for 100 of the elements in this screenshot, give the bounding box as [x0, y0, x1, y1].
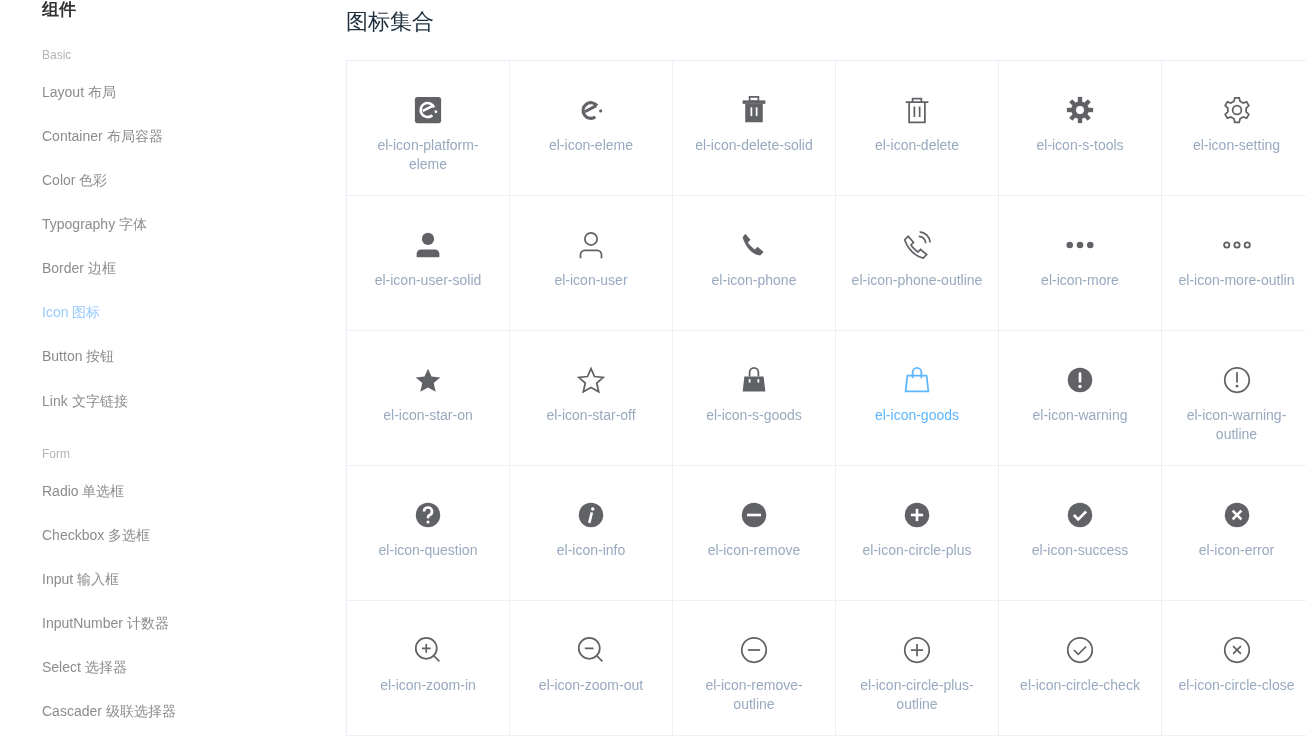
icon-name: el-icon-platform-eleme — [376, 136, 480, 174]
icon-name: el-icon-info — [556, 541, 626, 560]
icon-tile[interactable]: el-icon-s-goods — [673, 331, 836, 466]
phone-icon — [903, 231, 931, 259]
icon-tile[interactable]: el-icon-goods — [836, 331, 999, 466]
icon-tile[interactable]: el-icon-delete-solid — [673, 61, 836, 196]
icon-name: el-icon-zoom-out — [538, 676, 644, 695]
check-circle-icon — [1066, 501, 1094, 529]
close-circle-icon — [1222, 636, 1251, 664]
nav-link[interactable]: Input 输入框 — [42, 568, 120, 613]
zoom-in-icon — [414, 636, 442, 664]
icon-tile[interactable]: el-icon-warning-outline — [1162, 331, 1306, 466]
nav-link[interactable]: Select 选择器 — [42, 656, 127, 701]
settings-icon — [1222, 96, 1251, 124]
nav-link[interactable]: Button 按钮 — [42, 346, 115, 391]
icon-name: el-icon-more — [1041, 271, 1119, 290]
user-icon — [414, 231, 442, 259]
nav-link[interactable]: Link 文字链接 — [42, 390, 128, 435]
icon-name: el-icon-delete — [874, 136, 960, 155]
icon-tile[interactable]: el-icon-error — [1162, 466, 1306, 601]
close-circle-icon — [1222, 501, 1251, 529]
icon-tile[interactable]: el-icon-user — [510, 196, 673, 331]
check-circle-icon — [1066, 636, 1094, 664]
icon-tile[interactable]: el-icon-more-outlin — [1162, 196, 1306, 331]
icon-name: el-icon-success — [1031, 541, 1129, 560]
icon-tile[interactable]: el-icon-setting — [1162, 61, 1306, 196]
icon-name: el-icon-phone-outline — [851, 271, 983, 290]
icon-name: el-icon-warning-outline — [1185, 406, 1288, 444]
plus-circle-icon — [903, 501, 931, 529]
zoom-out-icon — [577, 636, 605, 664]
icon-name: el-icon-phone — [711, 271, 797, 290]
icon-tile[interactable]: el-icon-s-tools — [999, 61, 1162, 196]
warning-icon — [1222, 366, 1251, 394]
trash-icon — [740, 96, 768, 124]
icon-tile[interactable]: el-icon-more — [999, 196, 1162, 331]
icon-name: el-icon-more-outlin — [1178, 271, 1295, 290]
sidebar-heading: 组件 — [42, 0, 76, 20]
nav-link[interactable]: Container 布局容器 — [42, 126, 163, 171]
star-icon — [577, 366, 605, 394]
icon-tile[interactable]: el-icon-remove — [673, 466, 836, 601]
shopping-bag-icon — [903, 366, 931, 394]
icon-name: el-icon-setting — [1192, 136, 1281, 155]
icon-name: el-icon-remove — [707, 541, 801, 560]
icon-name: el-icon-eleme — [548, 136, 633, 155]
icon-name: el-icon-warning — [1032, 406, 1128, 425]
nav-link[interactable]: Border 边框 — [42, 258, 116, 303]
icon-tile[interactable]: el-icon-circle-close — [1162, 601, 1306, 736]
icon-tile[interactable]: el-icon-zoom-in — [347, 601, 510, 736]
nav-link[interactable]: Icon 图标 — [42, 302, 101, 347]
nav-link[interactable]: Color 色彩 — [42, 170, 108, 215]
icon-tile[interactable]: el-icon-phone — [673, 196, 836, 331]
icon-tile[interactable]: el-icon-star-off — [510, 331, 673, 466]
icon-name: el-icon-goods — [874, 406, 960, 425]
minus-circle-icon — [740, 501, 768, 529]
icon-tile[interactable]: el-icon-warning — [999, 331, 1162, 466]
minus-circle-icon — [740, 636, 768, 664]
nav-link[interactable]: Layout 布局 — [42, 82, 116, 127]
ellipsis-icon — [1222, 241, 1251, 249]
trash-icon — [903, 96, 931, 124]
icon-tile[interactable]: el-icon-success — [999, 466, 1162, 601]
eleme-square-icon — [414, 96, 442, 124]
icon-name: el-icon-remove-outline — [704, 676, 804, 714]
question-icon — [414, 501, 442, 529]
icon-name: el-icon-s-goods — [706, 406, 802, 425]
icon-tile[interactable]: el-icon-circle-check — [999, 601, 1162, 736]
icon-name: el-icon-question — [378, 541, 478, 560]
icon-name: el-icon-user — [554, 271, 628, 290]
nav-link[interactable]: InputNumber 计数器 — [42, 612, 169, 657]
icon-tile[interactable]: el-icon-user-solid — [347, 196, 510, 331]
user-icon — [577, 231, 605, 259]
icon-name: el-icon-s-tools — [1036, 136, 1124, 155]
icon-name: el-icon-error — [1198, 541, 1275, 560]
icon-tile[interactable]: el-icon-zoom-out — [510, 601, 673, 736]
icon-name: el-icon-star-on — [383, 406, 473, 425]
icon-tile[interactable]: el-icon-eleme — [510, 61, 673, 196]
icon-name: el-icon-user-solid — [374, 271, 482, 290]
nav-link[interactable]: Cascader 级联选择器 — [42, 701, 176, 745]
gear-icon — [1066, 96, 1094, 124]
icon-tile[interactable]: el-icon-delete — [836, 61, 999, 196]
icon-tile[interactable]: el-icon-phone-outline — [836, 196, 999, 331]
nav-link[interactable]: Checkbox 多选框 — [42, 524, 151, 569]
nav-link[interactable]: Typography 字体 — [42, 214, 148, 259]
icon-tile[interactable]: el-icon-remove-outline — [673, 601, 836, 736]
plus-circle-icon — [903, 636, 931, 664]
shopping-bag-icon — [740, 366, 768, 394]
icon-tile[interactable]: el-icon-star-on — [347, 331, 510, 466]
icon-tile[interactable]: el-icon-info — [510, 466, 673, 601]
icon-name: el-icon-circle-plus-outline — [859, 676, 975, 714]
icon-name: el-icon-star-off — [546, 406, 636, 425]
icon-tile[interactable]: el-icon-circle-plus-outline — [836, 601, 999, 736]
icon-tile[interactable]: el-icon-platform-eleme — [347, 61, 510, 196]
icon-name: el-icon-circle-check — [1020, 676, 1140, 695]
icon-tile[interactable]: el-icon-circle-plus — [836, 466, 999, 601]
icon-name: el-icon-circle-close — [1178, 676, 1295, 695]
warning-icon — [1066, 366, 1094, 394]
nav-link[interactable]: Radio 单选框 — [42, 480, 125, 525]
icon-name: el-icon-circle-plus — [862, 541, 972, 560]
ellipsis-icon — [1066, 241, 1094, 249]
info-icon — [577, 501, 605, 529]
icon-tile[interactable]: el-icon-question — [347, 466, 510, 601]
